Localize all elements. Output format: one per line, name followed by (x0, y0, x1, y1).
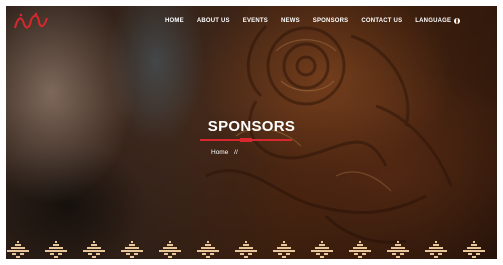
nav-about-us[interactable]: ABOUT US (197, 18, 230, 24)
nav-events[interactable]: EVENTS (243, 18, 268, 24)
breadcrumb-separator: // (234, 149, 238, 156)
nav-contact-us[interactable]: CONTACT US (361, 18, 402, 24)
page-title: SPONSORS (207, 118, 296, 135)
breadcrumb: Home // (211, 149, 242, 156)
globe-icon (454, 18, 461, 24)
decorative-pattern-border (7, 241, 485, 258)
language-label: LANGUAGE (415, 18, 452, 24)
top-nav: HOME ABOUT US EVENTS NEWS SPONSORS CONTA… (6, 6, 497, 38)
breadcrumb-home-link[interactable]: Home (211, 149, 228, 156)
nav-news[interactable]: NEWS (281, 18, 300, 24)
nav-home[interactable]: HOME (165, 18, 184, 24)
nav-sponsors[interactable]: SPONSORS (313, 18, 349, 24)
main-menu: HOME ABOUT US EVENTS NEWS SPONSORS CONTA… (165, 18, 473, 24)
language-selector[interactable]: LANGUAGE (415, 18, 461, 24)
title-underline (200, 138, 292, 142)
hero-banner: HOME ABOUT US EVENTS NEWS SPONSORS CONTA… (6, 6, 497, 259)
brand-logo[interactable] (12, 10, 50, 34)
